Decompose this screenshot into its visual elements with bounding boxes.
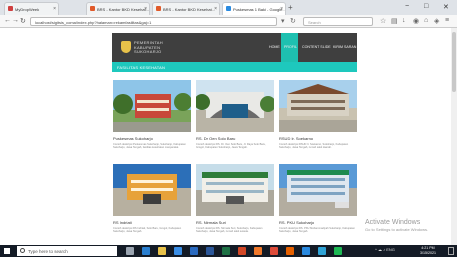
tab-close-icon[interactable]: ×: [280, 6, 283, 12]
facility-title[interactable]: RSUD Ir. Soekarno: [279, 136, 313, 141]
task-view-icon[interactable]: [126, 247, 134, 255]
regency-logo-icon: [121, 41, 131, 53]
tab-close-icon[interactable]: ×: [53, 6, 56, 12]
edge-icon[interactable]: [142, 247, 150, 255]
facility-description: Contoh deskripsi RS. Nirmala Suri, Sukoh…: [196, 227, 263, 234]
search-field[interactable]: Search: [303, 17, 373, 26]
nav-home[interactable]: HOME: [269, 45, 280, 49]
org-line: SUKOHARJO: [134, 49, 162, 54]
section-title-bar: FASILITAS KESEHATAN: [112, 62, 357, 72]
browser-tab[interactable]: MyDropWeek ×: [4, 2, 59, 15]
tab-label: Puskesmas 1 Baki - Google...: [233, 7, 286, 12]
minimize-button[interactable]: −: [405, 3, 409, 10]
new-tab-button[interactable]: +: [288, 3, 293, 12]
facility-title[interactable]: RS. Nirmala Suri: [196, 220, 226, 225]
site-header: PEMERINTAH KABUPATEN SUKOHARJO HOME PROF…: [112, 33, 357, 62]
close-window-button[interactable]: ✕: [443, 3, 449, 11]
word-icon[interactable]: [206, 247, 214, 255]
browser-tab[interactable]: BRS - Kantor BKD Kesehat... ×: [86, 2, 150, 15]
store-icon[interactable]: [174, 247, 182, 255]
star-icon[interactable]: ☆: [380, 17, 386, 25]
spotify-icon[interactable]: [334, 247, 342, 255]
back-button[interactable]: ←: [4, 17, 11, 24]
taskbar-search-input[interactable]: Type here to search: [17, 246, 117, 256]
facility-title[interactable]: RS. Dr Oen Solo Baru: [196, 136, 235, 141]
facility-photo: [113, 80, 191, 132]
system-tray[interactable]: ^ ☁ ♪ ENG: [375, 247, 395, 252]
menu-icon[interactable]: ≡: [445, 17, 449, 24]
vscode-icon[interactable]: [302, 247, 310, 255]
tab-label: MyDropWeek: [15, 7, 40, 12]
browser-tab[interactable]: BRS - Kantor BKD Kesehat... ×: [152, 2, 220, 15]
powerpoint-icon[interactable]: [238, 247, 246, 255]
tab-close-icon[interactable]: ×: [144, 6, 147, 12]
tab-favicon-icon: [226, 6, 231, 11]
mail-icon[interactable]: [190, 247, 198, 255]
reload-button[interactable]: ↻: [20, 17, 26, 25]
facility-photo: [279, 80, 357, 132]
nav-profil[interactable]: PROFIL: [284, 45, 297, 49]
clock-date: 3/15/2021: [420, 250, 436, 255]
taskbar-clock[interactable]: 4:21 PM 3/15/2021: [420, 246, 436, 255]
pocket-icon[interactable]: ◉: [413, 17, 419, 25]
taskbar-search-placeholder: Type here to search: [28, 248, 68, 254]
cortana-search-icon: [20, 248, 25, 253]
section-title: FASILITAS KESEHATAN: [117, 65, 166, 70]
tab-favicon-icon: [90, 6, 95, 11]
url-field[interactable]: localhost/sigitsis_coma/index.php?halama…: [30, 17, 277, 26]
clock-time: 4:21 PM: [421, 246, 435, 250]
xampp-icon[interactable]: [254, 247, 262, 255]
facility-description: Contoh deskripsi RS. PKU Muhammadiyah Su…: [279, 227, 355, 234]
tab-close-icon[interactable]: ×: [214, 6, 217, 12]
reading-list-icon[interactable]: ▤: [391, 17, 398, 25]
tab-label: BRS - Kantor BKD Kesehat...: [163, 7, 216, 12]
tab-label: BRS - Kantor BKD Kesehat...: [97, 7, 150, 12]
chrome-icon[interactable]: [270, 247, 278, 255]
facility-photo: [196, 164, 274, 216]
nav-content-slide[interactable]: CONTENT SLIDE: [302, 45, 331, 49]
firefox-icon[interactable]: [286, 247, 294, 255]
browser-tab-active[interactable]: Puskesmas 1 Baki - Google... ×: [222, 2, 286, 15]
windows-taskbar: Type here to search ^ ☁ ♪ ENG 4:21 PM 3/…: [0, 245, 457, 257]
facility-title[interactable]: Puskesmas Sukoharjo: [113, 136, 153, 141]
facility-photo: [113, 164, 191, 216]
extension-icon[interactable]: ◈: [434, 17, 439, 25]
notification-icon[interactable]: [448, 247, 454, 255]
facility-description: Contoh deskripsi RSUD Ir. Soekarno, Suko…: [279, 143, 349, 150]
facility-title[interactable]: RS. PKU Sukoharjo: [279, 220, 314, 225]
explorer-icon[interactable]: [158, 247, 166, 255]
facility-photo: [279, 164, 357, 216]
activate-windows-watermark: Activate Windows Go to Settings to activ…: [365, 219, 428, 232]
facility-description: Contoh deskripsi RS. Dr. Oen Solo Baru, …: [196, 143, 266, 150]
excel-icon[interactable]: [222, 247, 230, 255]
nav-kirim-saran[interactable]: KIRIM SARAN: [333, 45, 356, 49]
watermark-title: Activate Windows: [365, 219, 421, 226]
dropdown-icon[interactable]: ▾: [281, 17, 285, 25]
browser-toolbar: ← → ↻ localhost/sigitsis_coma/index.php?…: [0, 15, 457, 28]
windows-start-icon[interactable]: [4, 248, 10, 254]
facility-title[interactable]: RS Indriati: [113, 220, 132, 225]
refresh-icon[interactable]: ↻: [290, 17, 296, 25]
facility-description: Contoh deskripsi RS Indriati, Solo Baru,…: [113, 227, 182, 234]
tab-favicon-icon: [156, 6, 161, 11]
photoshop-icon[interactable]: [318, 247, 326, 255]
scrollbar-thumb[interactable]: [452, 32, 456, 92]
org-name: PEMERINTAH KABUPATEN SUKOHARJO: [134, 40, 163, 55]
facility-description: Contoh deskripsi Puskesmas Sukoharjo, Su…: [113, 143, 186, 150]
vertical-scrollbar[interactable]: [451, 28, 457, 245]
forward-button[interactable]: →: [12, 17, 19, 24]
browser-tab-bar: MyDropWeek × BRS - Kantor BKD Kesehat...…: [0, 0, 457, 15]
home-icon[interactable]: ⌂: [424, 17, 428, 24]
watermark-subtitle: Go to Settings to activate Windows.: [365, 227, 429, 232]
tab-favicon-icon: [8, 6, 13, 11]
facility-photo: [196, 80, 274, 132]
downloads-icon[interactable]: ↓: [402, 17, 406, 24]
maximize-button[interactable]: □: [424, 3, 428, 10]
